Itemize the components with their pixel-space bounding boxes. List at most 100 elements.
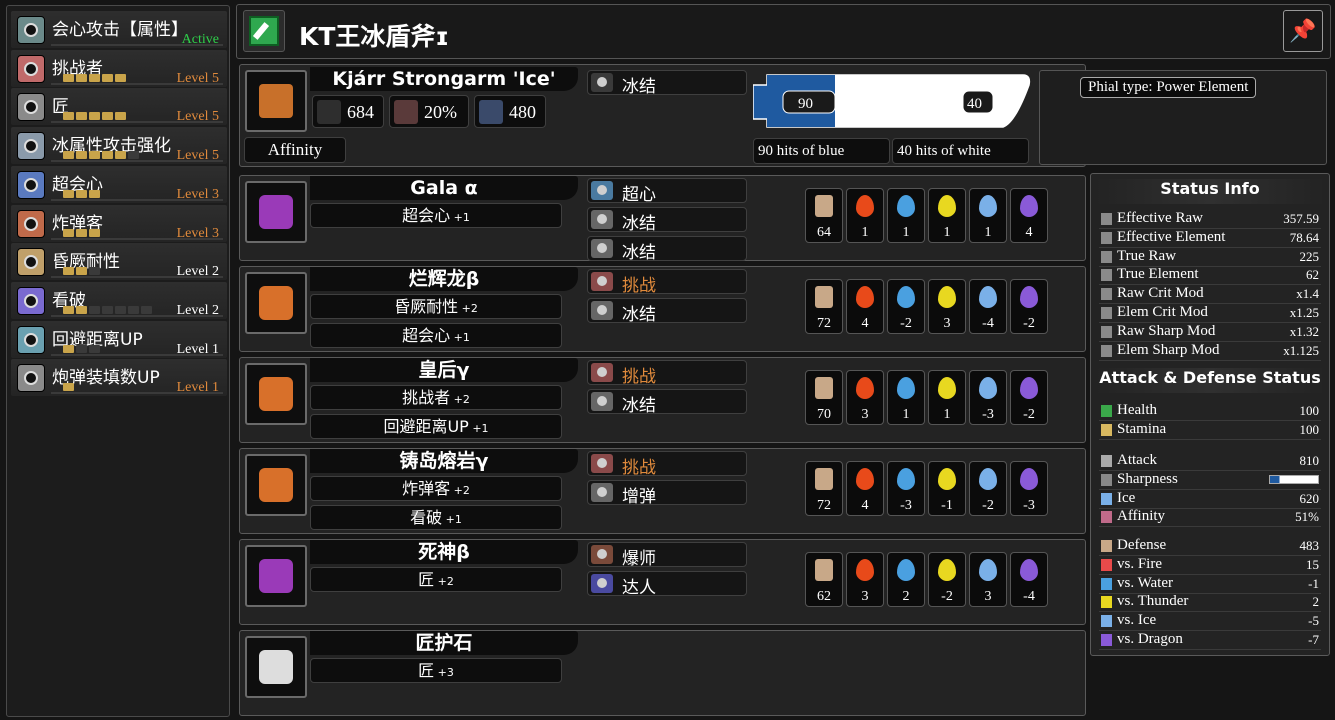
armor-card[interactable]: 烂辉龙β 昏厥耐性 +2 超会心 +1 挑战 冰结 72 4 -2 3 -4 -2	[239, 266, 1086, 352]
weapon-attack-value: 684	[347, 102, 374, 122]
resistance-value: -2	[941, 589, 953, 604]
decoration-slot[interactable]: 冰结	[587, 389, 747, 416]
skill-row[interactable]: 看破 Level 2	[11, 281, 227, 319]
status-value: 62	[1306, 267, 1319, 283]
armor-skill-name: 匠	[418, 661, 435, 680]
skill-row[interactable]: 匠 Level 5	[11, 88, 227, 126]
armor-card[interactable]: 皇后γ 挑战者 +2 回避距离UP +1 挑战 冰结 70 3 1 1 -3 -2	[239, 357, 1086, 443]
skill-row[interactable]: 挑战者 Level 5	[11, 49, 227, 87]
armor-card[interactable]: 匠护石匠 +3	[239, 630, 1086, 716]
level-pip	[89, 344, 100, 353]
resistance-thunder: 1	[928, 188, 966, 243]
fire-icon	[856, 559, 874, 581]
affinity-icon	[394, 100, 418, 124]
skill-row[interactable]: 超会心 Level 3	[11, 165, 227, 203]
decoration-slot[interactable]: 超心	[587, 178, 747, 205]
resistance-value: 1	[943, 225, 951, 240]
armor-skill: 回避距离UP +1	[310, 414, 562, 439]
status-label: Raw Sharp Mod	[1117, 322, 1216, 339]
resistance-value: 1	[902, 407, 910, 422]
armor-skill: 超会心 +1	[310, 323, 562, 348]
status-row: True Raw 225	[1099, 248, 1321, 267]
status-row: Sharpness	[1099, 471, 1321, 490]
attack-icon	[317, 100, 341, 124]
decoration-slot[interactable]: 冰结	[587, 207, 747, 234]
decoration-slot[interactable]: 达人	[587, 571, 747, 598]
ice-icon	[1101, 492, 1112, 505]
decoration-slot[interactable]: 冰结	[587, 236, 747, 263]
skill-name: 会心攻击【属性】	[52, 20, 188, 40]
status-label: Affinity	[1117, 508, 1166, 525]
resistance-dragon: 4	[1010, 188, 1048, 243]
defense-icon	[815, 559, 833, 581]
armor-card[interactable]: Gala α 超会心 +1 超心 冰结 冰结 64 1 1 1 1 4	[239, 175, 1086, 263]
status-label: Elem Sharp Mod	[1117, 341, 1220, 358]
skill-icon	[17, 325, 45, 354]
affinity-icon	[1101, 511, 1112, 524]
resistance-ice: -2	[969, 461, 1007, 516]
skill-icon	[17, 286, 45, 315]
armor-card[interactable]: 死神β 匠 +2 爆师 达人 62 3 2 -2 3 -4	[239, 539, 1086, 625]
skill-row[interactable]: 冰属性攻击强化 Level 5	[11, 127, 227, 165]
blue-hits-label: 90 hits of blue	[753, 138, 890, 164]
status-label: vs. Fire	[1117, 555, 1162, 572]
decoration-slot[interactable]: 冰结	[587, 298, 747, 325]
fire-icon	[856, 286, 874, 308]
fire-icon	[1101, 558, 1112, 571]
skill-level-pips	[63, 267, 100, 276]
status-row: Raw Crit Mod x1.4	[1099, 285, 1321, 305]
skill-row[interactable]: 昏厥耐性 Level 2	[11, 243, 227, 281]
status-value: 100	[1299, 422, 1320, 437]
skill-row[interactable]: 会心攻击【属性】 Active	[11, 11, 227, 48]
decoration-slot[interactable]: 爆师	[587, 542, 747, 569]
deco-jewel-icon	[591, 239, 613, 258]
status-label: Effective Raw	[1117, 210, 1203, 226]
edit-button[interactable]	[243, 10, 285, 52]
decoration-slot[interactable]: 挑战	[587, 451, 747, 478]
armor-card[interactable]: 铸岛熔岩γ 炸弹客 +2 看破 +1 挑战 增弹 72 4 -3 -1 -2 -3	[239, 448, 1086, 534]
armor-skill-level: +2	[458, 302, 478, 315]
level-pip	[76, 344, 87, 353]
resistance-value: 1	[902, 225, 910, 240]
armor-skill-name: 看破	[410, 508, 443, 527]
deco-name: 超心	[622, 185, 656, 205]
skill-divider	[51, 353, 223, 356]
status-label: vs. Ice	[1117, 612, 1157, 629]
status-label: Ice	[1117, 489, 1136, 506]
sharpness-icon	[1101, 473, 1112, 486]
status-value: 225	[1299, 248, 1320, 264]
armor-skill: 看破 +1	[310, 505, 562, 530]
water-icon	[1101, 577, 1112, 590]
decoration-slot[interactable]: 增弹	[587, 480, 747, 507]
skill-level-pips	[63, 305, 152, 314]
skill-row[interactable]: 炸弹客 Level 3	[11, 204, 227, 242]
skill-row[interactable]: 炮弹装填数UP Level 1	[11, 359, 227, 397]
resistance-value: 2	[902, 589, 910, 604]
skill-level-pips	[63, 151, 139, 160]
weapon-card[interactable]: Kjárr Strongarm 'Ice' 684 20% 480 Affini…	[239, 64, 1327, 167]
armor-skill-level: +2	[450, 393, 470, 406]
resistance-defense: 72	[805, 461, 843, 516]
decoration-slot[interactable]: 挑战	[587, 269, 747, 296]
status-section-title: Status Info	[1095, 179, 1325, 204]
thunder-icon	[938, 286, 956, 308]
weapon-element: 480	[474, 95, 546, 128]
decoration-slot[interactable]: 挑战	[587, 360, 747, 387]
status-row: Effective Raw 357.59	[1099, 210, 1321, 229]
affinity-label: Affinity	[244, 137, 346, 163]
deco-name: 冰结	[622, 305, 656, 325]
skill-level-pips	[63, 228, 100, 237]
armor-icon	[245, 272, 307, 334]
skill-level-pips	[63, 112, 126, 121]
skill-level-pips	[63, 189, 100, 198]
armor-icon	[245, 454, 307, 516]
defense-icon	[815, 286, 833, 308]
resistance-value: 3	[984, 589, 992, 604]
status-label: True Raw	[1117, 247, 1177, 264]
skill-divider	[51, 314, 223, 317]
weapon-deco[interactable]: 冰结	[587, 70, 747, 97]
pin-button[interactable]: 📌	[1283, 10, 1323, 52]
skill-row[interactable]: 回避距离UP Level 1	[11, 320, 227, 358]
level-pip	[89, 267, 100, 276]
level-pip	[115, 151, 126, 160]
